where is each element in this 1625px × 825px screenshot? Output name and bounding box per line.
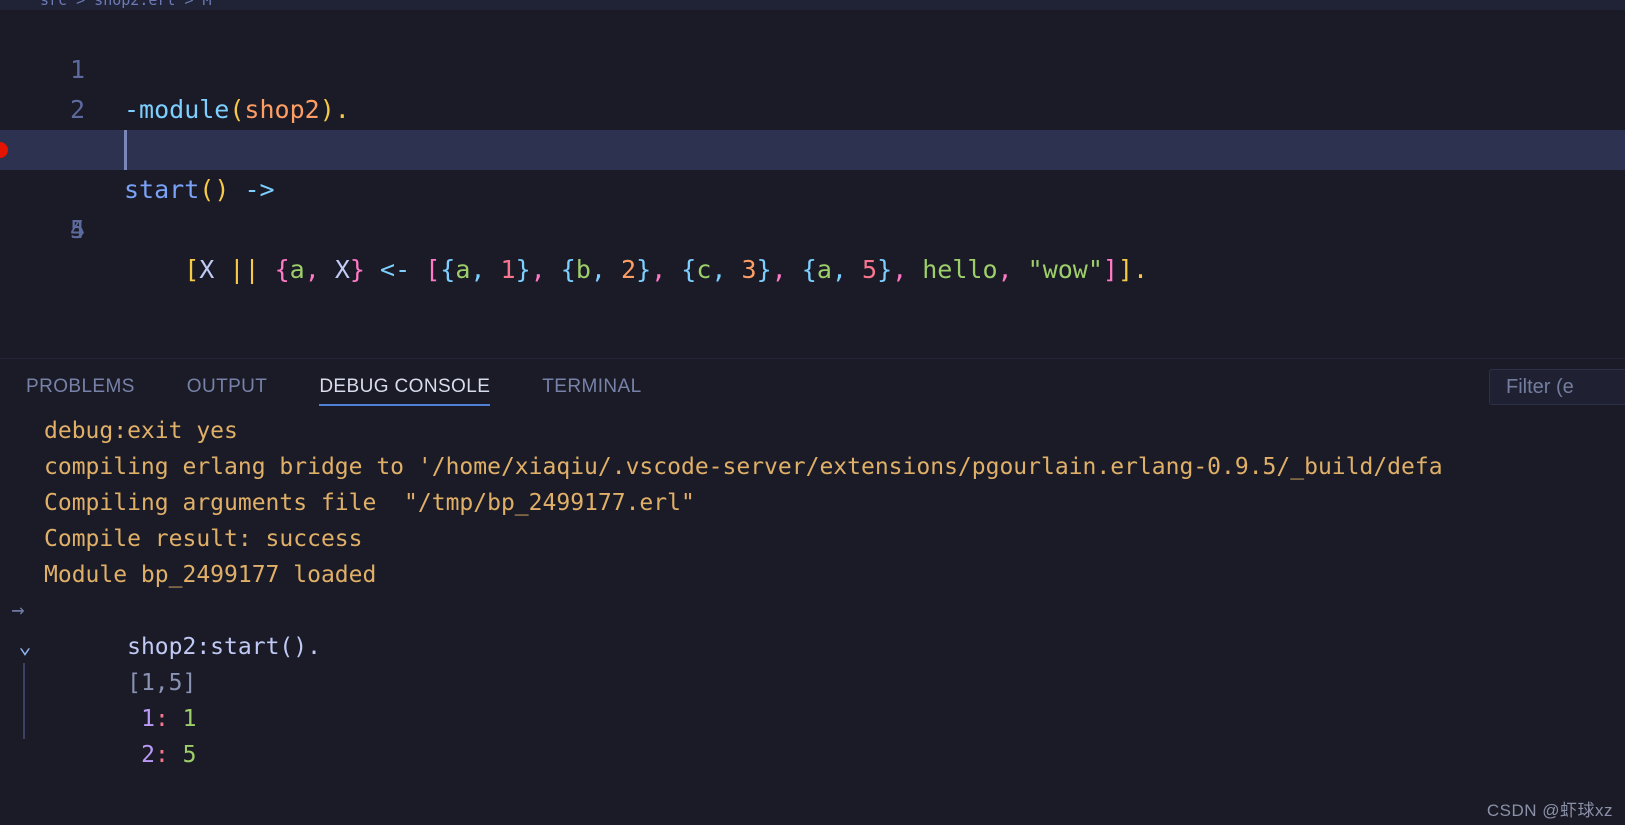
code-text: [X || {a, X} <- [{a, 1}, {b, 2}, {c, 3},… — [184, 255, 1149, 284]
filter-input[interactable]: Filter (e — [1489, 369, 1625, 405]
panel-tabs: PROBLEMS OUTPUT DEBUG CONSOLE TERMINAL — [26, 359, 694, 414]
console-result-row[interactable]: ⌄ [1,5] — [0, 629, 1625, 696]
filter-placeholder: Filter (e — [1506, 376, 1574, 398]
bottom-panel: PROBLEMS OUTPUT DEBUG CONSOLE TERMINAL F… — [0, 358, 1625, 825]
child-index: 2 — [141, 742, 155, 768]
input-arrow-icon: → — [11, 598, 25, 623]
console-line: Compile result: success — [44, 526, 363, 552]
breakpoint-dot[interactable] — [0, 142, 8, 158]
panel-header: PROBLEMS OUTPUT DEBUG CONSOLE TERMINAL F… — [0, 358, 1625, 414]
console-line: debug:exit yes — [44, 418, 238, 444]
tab-problems[interactable]: PROBLEMS — [26, 359, 161, 414]
code-line[interactable]: 2 -export([start/0]). — [0, 50, 1625, 164]
code-line-active[interactable]: 4 [X || {a, X} <- [{a, 1}, {b, 2}, {c, 3… — [0, 130, 1625, 284]
console-input-echo: → shop2:start(). — [0, 593, 1625, 660]
breadcrumb-bar: src > shop2.erl > M — [0, 0, 1625, 10]
tab-terminal[interactable]: TERMINAL — [542, 359, 667, 414]
console-line: Module bp_2499177 loaded — [44, 562, 377, 588]
line-number: 5 — [69, 215, 85, 244]
console-result-child[interactable]: 1: 1 — [0, 663, 1625, 732]
console-line: Compiling arguments file "/tmp/bp_249917… — [44, 490, 695, 516]
watermark: CSDN @虾球xz — [1486, 801, 1613, 820]
code-editor[interactable]: 1 -module(shop2). 2 -export([start/0]). … — [0, 10, 1625, 358]
tab-output[interactable]: OUTPUT — [187, 359, 294, 414]
child-value: 5 — [182, 742, 197, 768]
console-line: compiling erlang bridge to '/home/xiaqiu… — [44, 454, 1443, 480]
child-separator: : — [154, 742, 169, 768]
code-line[interactable]: 3 start() -> — [0, 90, 1625, 204]
breadcrumb[interactable]: src > shop2.erl > M — [40, 0, 212, 9]
debug-console-output[interactable]: debug:exit yes compiling erlang bridge t… — [0, 413, 1625, 825]
chevron-down-icon[interactable]: ⌄ — [14, 629, 36, 665]
code-line[interactable]: 5 — [0, 170, 1625, 244]
code-line[interactable]: 1 -module(shop2). — [0, 10, 1625, 124]
console-result-child[interactable]: 2: 5 — [0, 699, 1625, 768]
tab-debug-console[interactable]: DEBUG CONSOLE — [319, 359, 516, 414]
